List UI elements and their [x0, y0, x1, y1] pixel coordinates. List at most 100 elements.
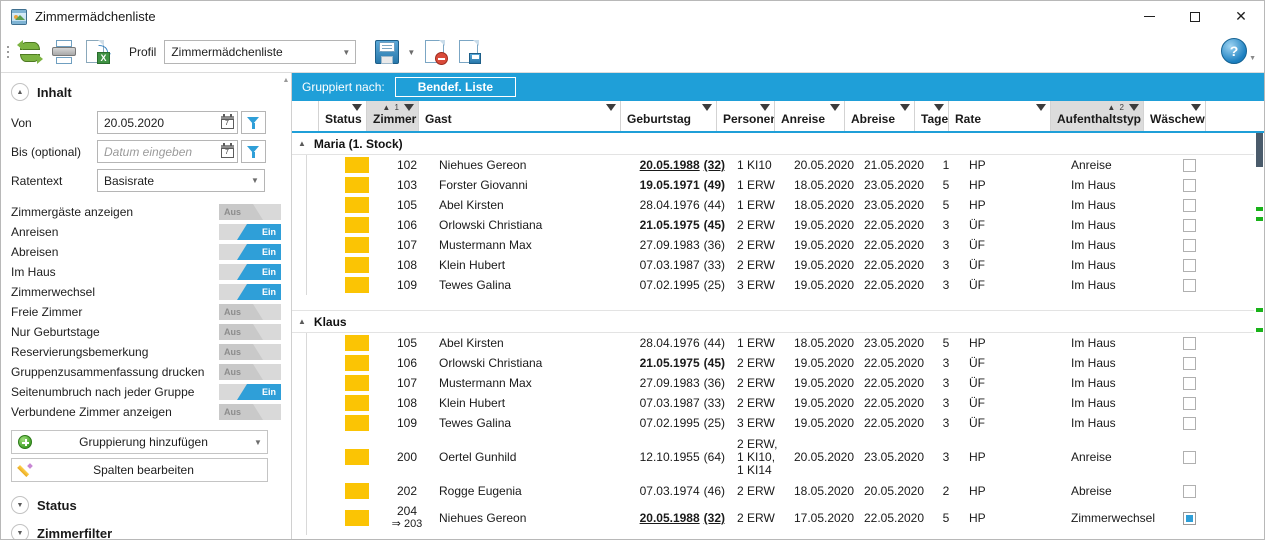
scrollbar-thumb[interactable]	[1256, 133, 1263, 167]
table-row[interactable]: 107 Mustermann Max 27.09.1983 (36) 2 ERW 19.0…	[307, 373, 1264, 393]
section-status-header[interactable]: ▼ Status	[11, 496, 281, 514]
group-header-row[interactable]: ▲ Maria (1. Stock)	[292, 133, 1264, 155]
add-grouping-button[interactable]: Gruppierung hinzufügen ▼	[11, 430, 268, 454]
table-row[interactable]: 103 Forster Giovanni 19.05.1971 (49) 1 ERW 18…	[307, 175, 1264, 195]
laundry-checkbox[interactable]	[1182, 158, 1196, 172]
chevron-down-icon[interactable]: ▼	[249, 438, 267, 447]
laundry-checkbox[interactable]	[1182, 484, 1196, 498]
sidebar-scrollbar[interactable]: ▲	[281, 73, 291, 539]
column-header-waesche[interactable]: Wäschew.	[1143, 101, 1205, 131]
bis-filter-button[interactable]	[241, 140, 266, 163]
section-inhalt-header[interactable]: ▲ Inhalt	[11, 83, 281, 101]
toggle-switch[interactable]: Aus	[219, 404, 281, 420]
edit-columns-button[interactable]: Spalten bearbeiten	[11, 458, 268, 482]
laundry-checkbox[interactable]	[1182, 356, 1196, 370]
chevron-up-icon[interactable]: ▲	[298, 139, 306, 148]
filter-icon[interactable]	[900, 104, 910, 111]
laundry-checkbox[interactable]	[1182, 450, 1196, 464]
toggle-switch[interactable]: Ein	[219, 284, 281, 300]
grid-body[interactable]: ▲ Maria (1. Stock) 102 Niehues Gereon 20.05.…	[292, 133, 1264, 539]
save-profile-button[interactable]	[452, 35, 486, 69]
ratentext-select[interactable]: Basisrate ▼	[97, 169, 265, 192]
chevron-up-icon[interactable]: ▲	[298, 317, 306, 326]
minimize-button[interactable]	[1126, 1, 1172, 32]
laundry-checkbox[interactable]	[1182, 396, 1196, 410]
maximize-button[interactable]	[1172, 1, 1218, 32]
grid-vertical-scrollbar[interactable]	[1254, 133, 1264, 539]
column-header-pad[interactable]	[1205, 101, 1265, 131]
filter-icon[interactable]	[404, 104, 414, 111]
refresh-button[interactable]	[13, 35, 47, 69]
column-header-spacer[interactable]	[292, 101, 318, 131]
profile-select[interactable]: Zimmermädchenliste ▼	[164, 40, 357, 64]
toggle-switch[interactable]: Ein	[219, 224, 281, 240]
laundry-checkbox[interactable]	[1182, 238, 1196, 252]
toggle-switch[interactable]: Ein	[219, 264, 281, 280]
laundry-checkbox[interactable]	[1182, 218, 1196, 232]
table-row[interactable]: 105 Abel Kirsten 28.04.1976 (44) 1 ERW 18.05.…	[307, 333, 1264, 353]
filter-icon[interactable]	[1129, 104, 1139, 111]
column-header-rate[interactable]: Rate	[948, 101, 1050, 131]
von-calendar-button[interactable]: 7	[217, 112, 237, 133]
filter-icon[interactable]	[760, 104, 770, 111]
table-row[interactable]: 106 Orlowski Christiana 21.05.1975 (45) 2 ER…	[307, 215, 1264, 235]
table-row[interactable]: 200 Oertel Gunhild 12.10.1955 (64) 2 ERW, 1 K…	[307, 433, 1264, 481]
filter-icon[interactable]	[830, 104, 840, 111]
column-header-abreise[interactable]: Abreise	[844, 101, 914, 131]
column-header-tage[interactable]: Tage	[914, 101, 948, 131]
toggle-switch[interactable]: Aus	[219, 304, 281, 320]
column-header-zimmer[interactable]: Zimmer ▲ 1	[366, 101, 418, 131]
table-row[interactable]: 204 ⇒ 203 Niehues Gereon 20.05.1988 (32) 2 ER…	[307, 501, 1264, 535]
help-button[interactable]: ?	[1221, 38, 1248, 64]
toggle-switch[interactable]: Aus	[219, 344, 281, 360]
section-zimmerfilter-header[interactable]: ▼ Zimmerfilter	[11, 524, 281, 539]
table-row[interactable]: 105 Abel Kirsten 28.04.1976 (44) 1 ERW 18.05.…	[307, 195, 1264, 215]
toggle-switch[interactable]: Ein	[219, 384, 281, 400]
column-header-geburtstag[interactable]: Geburtstag	[620, 101, 716, 131]
laundry-checkbox[interactable]	[1182, 416, 1196, 430]
column-header-gast[interactable]: Gast	[418, 101, 620, 131]
laundry-checkbox[interactable]	[1182, 258, 1196, 272]
table-row[interactable]: 107 Mustermann Max 27.09.1983 (36) 2 ERW 19.0…	[307, 235, 1264, 255]
table-row[interactable]: 106 Orlowski Christiana 21.05.1975 (45) 2 ER…	[307, 353, 1264, 373]
export-excel-button[interactable]: ⤵X	[81, 35, 115, 69]
table-row[interactable]: 109 Tewes Galina 07.02.1995 (25) 3 ERW 19.05.…	[307, 275, 1264, 295]
column-header-status[interactable]: Status	[318, 101, 366, 131]
column-header-typ[interactable]: Aufenthaltstyp ▲ 2	[1050, 101, 1143, 131]
toolbar-grip[interactable]	[5, 41, 11, 63]
laundry-checkbox[interactable]	[1182, 511, 1196, 525]
column-header-personen[interactable]: Personen	[716, 101, 774, 131]
laundry-checkbox[interactable]	[1182, 198, 1196, 212]
von-filter-button[interactable]	[241, 111, 266, 134]
laundry-checkbox[interactable]	[1182, 178, 1196, 192]
delete-profile-button[interactable]	[418, 35, 452, 69]
save-button[interactable]	[370, 35, 404, 69]
laundry-checkbox[interactable]	[1182, 278, 1196, 292]
table-row[interactable]: 109 Tewes Galina 07.02.1995 (25) 3 ERW 19.05.…	[307, 413, 1264, 433]
table-row[interactable]: 108 Klein Hubert 07.03.1987 (33) 2 ERW 19.05.…	[307, 255, 1264, 275]
toggle-switch[interactable]: Aus	[219, 364, 281, 380]
help-dropdown-icon[interactable]: ▼	[1249, 55, 1256, 62]
toggle-switch[interactable]: Ein	[219, 244, 281, 260]
scroll-up-icon[interactable]: ▲	[281, 77, 291, 84]
table-row[interactable]: 108 Klein Hubert 07.03.1987 (33) 2 ERW 19.05.…	[307, 393, 1264, 413]
filter-icon[interactable]	[606, 104, 616, 111]
toggle-switch[interactable]: Aus	[219, 204, 281, 220]
bis-calendar-button[interactable]: 7	[217, 141, 237, 162]
column-header-anreise[interactable]: Anreise	[774, 101, 844, 131]
save-dropdown-button[interactable]: ▼	[404, 35, 418, 69]
group-header-row[interactable]: ▲ Klaus	[292, 311, 1264, 333]
filter-icon[interactable]	[934, 104, 944, 111]
close-button[interactable]: ✕	[1218, 1, 1264, 32]
filter-icon[interactable]	[1036, 104, 1046, 111]
filter-icon[interactable]	[352, 104, 362, 111]
filter-icon[interactable]	[702, 104, 712, 111]
filter-icon[interactable]	[1191, 104, 1201, 111]
table-row[interactable]: 102 Niehues Gereon 20.05.1988 (32) 1 KI10 20.…	[307, 155, 1264, 175]
print-button[interactable]	[47, 35, 81, 69]
group-by-chip[interactable]: Bendef. Liste	[394, 77, 517, 97]
toggle-switch[interactable]: Aus	[219, 324, 281, 340]
von-input[interactable]: 20.05.2020 7	[97, 111, 238, 134]
table-row[interactable]: 202 Rogge Eugenia 07.03.1974 (46) 2 ERW 18.05…	[307, 481, 1264, 501]
laundry-checkbox[interactable]	[1182, 336, 1196, 350]
